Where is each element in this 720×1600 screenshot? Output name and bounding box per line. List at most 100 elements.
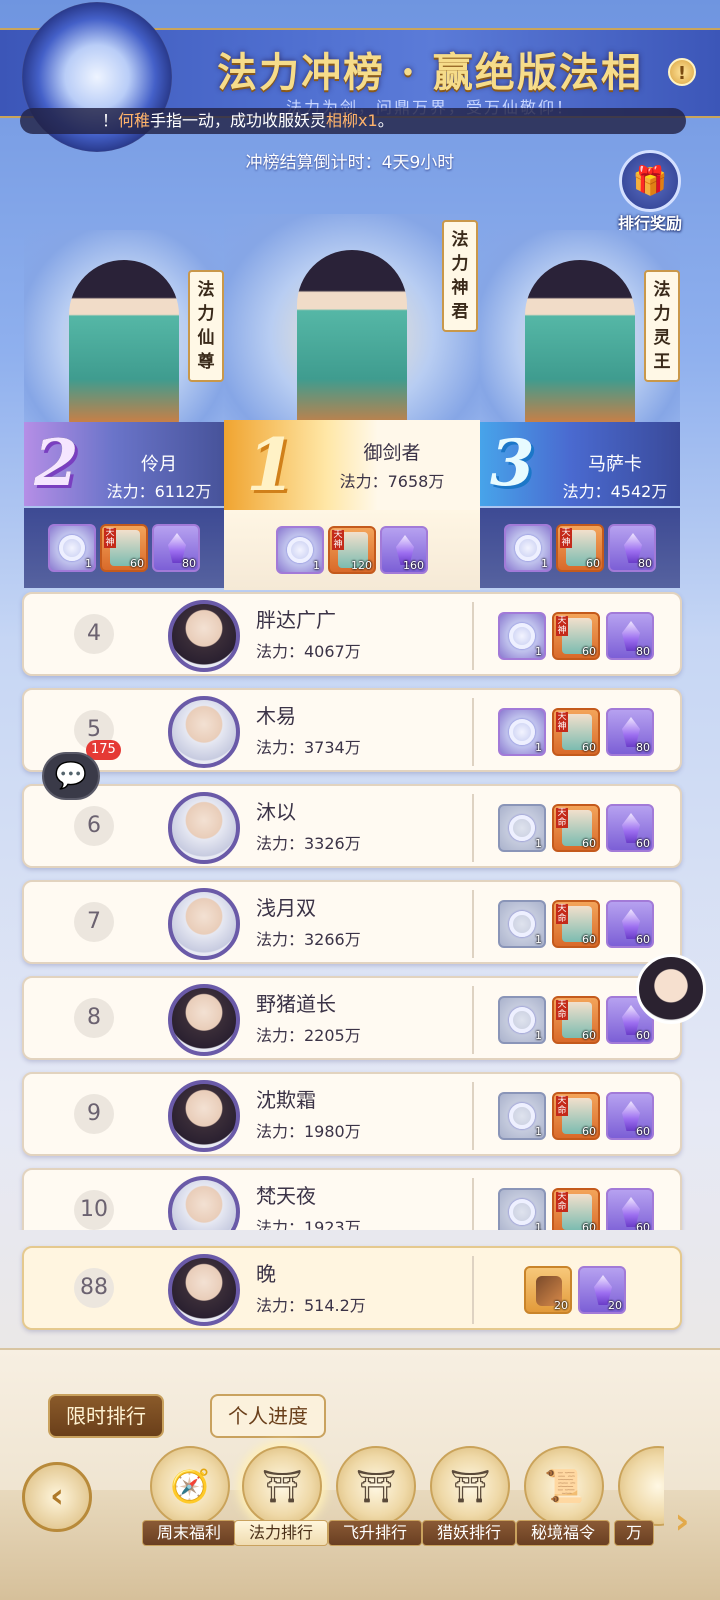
divider <box>472 602 474 670</box>
reward-card-icon[interactable]: 天神 60 <box>556 524 604 572</box>
avatar[interactable] <box>168 1176 240 1230</box>
player-name: 浅月双 <box>256 896 316 920</box>
reward-crystal-icon[interactable]: 80 <box>606 612 654 660</box>
reward-ring-icon[interactable]: 1 <box>498 900 546 948</box>
avatar[interactable] <box>168 600 240 672</box>
divider <box>472 1082 474 1150</box>
ranking-row[interactable]: 10 梵天夜 法力：1923万 1 天命 60 60 <box>22 1168 682 1230</box>
nav-weekend-welfare[interactable]: 🧭 周末福利 <box>142 1446 236 1596</box>
self-ranking-row[interactable]: 88 晚 法力：514.2万 20 20 <box>22 1246 682 1330</box>
podium-player-name: 伶月 <box>141 454 177 475</box>
player-power: 法力：1980万 <box>256 1122 361 1141</box>
reward-card-icon[interactable]: 天命 60 <box>552 804 600 852</box>
nav-hunt-ranking[interactable]: ⛩ 猎妖排行 <box>422 1446 516 1596</box>
tab-limited-ranking[interactable]: 限时排行 <box>48 1394 164 1438</box>
avatar[interactable] <box>168 696 240 768</box>
reward-ring-icon[interactable]: 1 <box>498 612 546 660</box>
reward-card-icon[interactable]: 天命 60 <box>552 900 600 948</box>
divider <box>472 890 474 958</box>
reward-ring-icon[interactable]: 1 <box>498 804 546 852</box>
reward-ring-icon[interactable]: 1 <box>504 524 552 572</box>
avatar[interactable] <box>168 792 240 864</box>
nav-ascension-ranking[interactable]: ⛩ 飞升排行 <box>328 1446 422 1596</box>
reward-crystal-icon[interactable]: 80 <box>152 524 200 572</box>
reward-card-icon[interactable]: 天命 60 <box>552 1188 600 1230</box>
player-power: 法力：3326万 <box>256 834 361 853</box>
ranking-row[interactable]: 6 沐以 法力：3326万 1 天命 60 60 <box>22 784 682 868</box>
reward-tag: 天命 <box>556 1096 568 1116</box>
ranking-reward-button[interactable]: 🎁 排行奖励 <box>605 150 695 240</box>
reward-qty: 1 <box>535 741 542 754</box>
reward-qty: 1 <box>535 1221 542 1230</box>
reward-ring-icon[interactable]: 1 <box>498 996 546 1044</box>
gate-icon: ⛩ <box>242 1446 322 1526</box>
reward-crystal-icon[interactable]: 80 <box>606 708 654 756</box>
divider <box>472 1178 474 1230</box>
reward-tag: 天神 <box>104 528 116 548</box>
reward-crystal-icon[interactable]: 20 <box>578 1266 626 1314</box>
reward-ring-icon[interactable]: 1 <box>276 526 324 574</box>
reward-card-icon[interactable]: 天命 60 <box>552 996 600 1044</box>
avatar[interactable] <box>168 888 240 960</box>
treasure-chest-icon: 🎁 <box>619 150 681 212</box>
reward-card-icon[interactable]: 天神 60 <box>552 612 600 660</box>
ranking-row[interactable]: 9 沈欺霜 法力：1980万 1 天命 60 60 <box>22 1072 682 1156</box>
reward-card-icon[interactable]: 天神 60 <box>552 708 600 756</box>
nav-more[interactable]: 万 <box>614 1446 664 1596</box>
player-power: 法力：4067万 <box>256 642 361 661</box>
compass-icon: 🧭 <box>150 1446 230 1526</box>
reward-tag: 天命 <box>556 904 568 924</box>
avatar[interactable] <box>168 1080 240 1152</box>
ranking-row[interactable]: 7 浅月双 法力：3266万 1 天命 60 60 <box>22 880 682 964</box>
arrow-left-icon[interactable]: ‹ <box>22 1462 92 1532</box>
reward-ring-icon[interactable]: 1 <box>498 708 546 756</box>
reward-crystal-icon[interactable]: 160 <box>380 526 428 574</box>
avatar[interactable] <box>168 984 240 1056</box>
ranking-row[interactable]: 8 野猪道长 法力：2205万 1 天命 60 60 <box>22 976 682 1060</box>
reward-card-icon[interactable]: 天神 60 <box>100 524 148 572</box>
reward-card-icon[interactable]: 天神 120 <box>328 526 376 574</box>
reward-qty: 1 <box>535 1125 542 1138</box>
reward-qty: 80 <box>636 645 650 658</box>
reward-qty: 80 <box>636 741 650 754</box>
ranking-row[interactable]: 4 胖达广广 法力：4067万 1 天神 60 80 <box>22 592 682 676</box>
podium-rank-1[interactable]: 法力神君 1 御剑者 法力：7658万 1 天神 120 160 <box>224 214 480 590</box>
avatar[interactable] <box>168 1254 240 1326</box>
reward-ring-icon[interactable]: 1 <box>48 524 96 572</box>
podium-player-power: 法力：6112万 <box>106 482 212 501</box>
info-icon[interactable]: ! <box>668 58 696 86</box>
reward-scroll-icon[interactable]: 20 <box>524 1266 572 1314</box>
reward-qty: 20 <box>554 1299 568 1312</box>
reward-crystal-icon[interactable]: 60 <box>606 804 654 852</box>
reward-tag: 天命 <box>556 1000 568 1020</box>
player-power: 法力：514.2万 <box>256 1296 366 1315</box>
reward-crystal-icon[interactable]: 60 <box>606 1092 654 1140</box>
chat-icon[interactable]: 💬 <box>42 752 100 800</box>
character-portrait <box>69 260 179 430</box>
reward-ring-icon[interactable]: 1 <box>498 1092 546 1140</box>
reward-qty: 80 <box>638 557 652 570</box>
nav-secret-realm[interactable]: 📜 秘境福令 <box>516 1446 610 1596</box>
podium-rank-2[interactable]: 法力仙尊 2 伶月 法力：6112万 1 天神 60 80 <box>24 230 224 590</box>
tab-personal-progress[interactable]: 个人进度 <box>210 1394 326 1438</box>
player-power: 法力：3734万 <box>256 738 361 757</box>
reward-qty: 60 <box>586 557 600 570</box>
nav-power-ranking[interactable]: ⛩ 法力排行 <box>234 1446 328 1596</box>
reward-qty: 60 <box>582 741 596 754</box>
reward-card-icon[interactable]: 天命 60 <box>552 1092 600 1140</box>
reward-crystal-icon[interactable]: 60 <box>606 900 654 948</box>
assistant-avatar[interactable] <box>636 954 706 1024</box>
character-portrait <box>525 260 635 430</box>
reward-qty: 60 <box>582 933 596 946</box>
ranking-row[interactable]: 5 175 木易 法力：3734万 1 天神 60 80 <box>22 688 682 772</box>
arrow-right-icon[interactable]: › <box>668 1500 696 1544</box>
rank-number: 7 <box>74 902 114 942</box>
reward-qty: 1 <box>535 837 542 850</box>
reward-crystal-icon[interactable]: 60 <box>606 1188 654 1230</box>
reward-tag: 天神 <box>332 530 344 550</box>
reward-ring-icon[interactable]: 1 <box>498 1188 546 1230</box>
podium-rank-3[interactable]: 法力灵王 3 马萨卡 法力：4542万 1 天神 60 80 <box>480 230 680 590</box>
reward-crystal-icon[interactable]: 80 <box>608 524 656 572</box>
ranking-list[interactable]: 4 胖达广广 法力：4067万 1 天神 60 80 5 175 木易 法力：37… <box>0 590 720 1230</box>
marquee-suffix: 。 <box>377 111 394 130</box>
